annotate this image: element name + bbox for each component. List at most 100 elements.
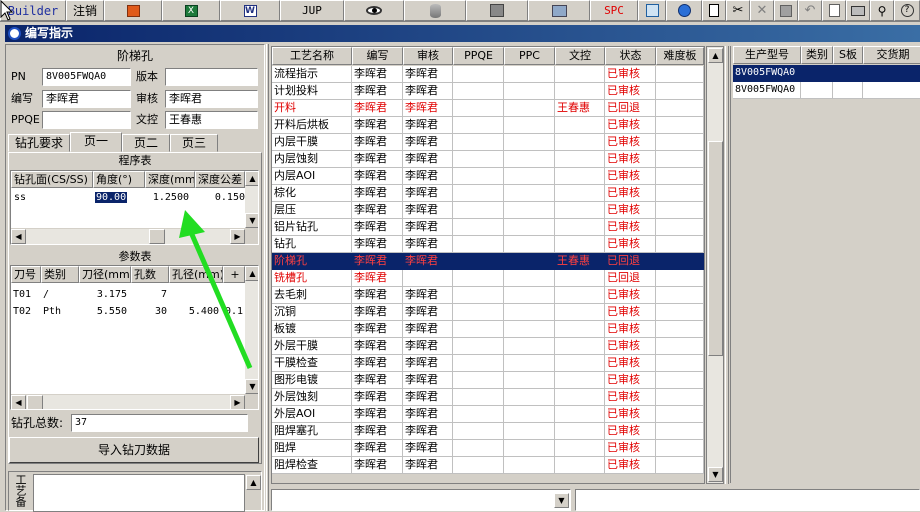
table-cell[interactable]: 已审核 — [605, 321, 656, 338]
table-cell[interactable]: 李晖君 — [403, 100, 453, 117]
table-cell[interactable] — [504, 304, 555, 321]
table-cell[interactable]: 李晖君 — [352, 134, 403, 151]
table-cell[interactable]: 8V005FWQA0 — [733, 65, 801, 82]
table-cell[interactable]: 开料后烘板 — [272, 117, 352, 134]
col-process-name[interactable]: 工艺名称 — [272, 47, 352, 65]
program-col-angle[interactable]: 角度(°) — [93, 171, 145, 188]
table-cell[interactable] — [555, 287, 605, 304]
col-delivery[interactable]: 交货期 — [863, 46, 920, 64]
table-cell[interactable] — [656, 151, 704, 168]
save-button[interactable] — [774, 0, 798, 21]
table-row[interactable]: 8V005FWQA0 — [733, 65, 920, 82]
author-field[interactable]: 李晖君 — [42, 90, 131, 108]
table-cell[interactable] — [555, 338, 605, 355]
table-cell[interactable] — [453, 185, 504, 202]
table-cell[interactable]: 李晖君 — [403, 117, 453, 134]
table-cell[interactable] — [504, 100, 555, 117]
param-col-type[interactable]: 类别 — [41, 266, 79, 283]
table-cell[interactable] — [656, 355, 704, 372]
preview-button[interactable] — [822, 0, 846, 21]
table-cell[interactable] — [504, 185, 555, 202]
table-cell[interactable]: 已回退 — [605, 100, 656, 117]
table-cell[interactable]: 已审核 — [605, 83, 656, 100]
table-cell[interactable] — [555, 270, 605, 287]
table-cell[interactable]: 李晖君 — [352, 355, 403, 372]
table-cell[interactable] — [863, 82, 920, 99]
table-cell[interactable] — [453, 457, 504, 474]
table-cell[interactable] — [555, 185, 605, 202]
total-holes-field[interactable]: 37 — [71, 414, 248, 432]
table-cell[interactable] — [504, 287, 555, 304]
table-cell[interactable] — [504, 457, 555, 474]
table-cell[interactable] — [453, 440, 504, 457]
table-cell[interactable] — [504, 423, 555, 440]
table-cell[interactable] — [504, 117, 555, 134]
reviewer-field[interactable]: 李晖君 — [165, 90, 258, 108]
table-cell[interactable]: 棕化 — [272, 185, 352, 202]
table-cell[interactable] — [656, 440, 704, 457]
table-row[interactable]: 铝片钻孔 李晖君 李晖君 已审核 — [272, 219, 704, 236]
table-cell[interactable]: 李晖君 — [403, 185, 453, 202]
table-row[interactable]: 阻焊塞孔 李晖君 李晖君 已审核 — [272, 423, 704, 440]
table-row[interactable]: 流程指示 李晖君 李晖君 已审核 — [272, 66, 704, 83]
excel-button[interactable]: X — [162, 0, 220, 21]
table-cell[interactable] — [833, 82, 863, 99]
table-cell[interactable]: 李晖君 — [352, 270, 403, 287]
table-cell[interactable]: 外层蚀刻 — [272, 389, 352, 406]
table-cell[interactable]: 已审核 — [605, 338, 656, 355]
table-cell[interactable] — [656, 287, 704, 304]
col-s-board[interactable]: S板 — [833, 46, 863, 64]
table-cell[interactable] — [453, 83, 504, 100]
table-cell[interactable] — [656, 117, 704, 134]
table-cell[interactable] — [453, 372, 504, 389]
table-cell[interactable] — [453, 406, 504, 423]
table-row[interactable]: 内层AOI 李晖君 李晖君 已审核 — [272, 168, 704, 185]
table-row[interactable]: 内层蚀刻 李晖君 李晖君 已审核 — [272, 151, 704, 168]
table-cell[interactable] — [656, 389, 704, 406]
new-button[interactable] — [702, 0, 726, 21]
table-cell[interactable]: 李晖君 — [352, 372, 403, 389]
table-cell[interactable]: 已审核 — [605, 151, 656, 168]
table-cell[interactable]: 李晖君 — [403, 457, 453, 474]
table-cell[interactable]: 开料 — [272, 100, 352, 117]
table-cell[interactable] — [504, 253, 555, 270]
col-ppqe[interactable]: PPQE — [453, 47, 504, 65]
computer-button[interactable] — [528, 0, 590, 21]
table-cell[interactable]: 李晖君 — [352, 236, 403, 253]
scroll-up-icon[interactable]: ▲ — [708, 48, 723, 63]
table-cell[interactable]: 李晖君 — [352, 338, 403, 355]
table-cell[interactable]: 已审核 — [605, 219, 656, 236]
table-cell[interactable] — [453, 423, 504, 440]
param-cell-hole-count[interactable]: 7 — [131, 287, 167, 302]
table-row[interactable]: 阻焊 李晖君 李晖君 已审核 — [272, 440, 704, 457]
col-author[interactable]: 编写 — [352, 47, 403, 65]
table-cell[interactable] — [656, 202, 704, 219]
table-row[interactable]: 开料后烘板 李晖君 李晖君 已审核 — [272, 117, 704, 134]
cut-button[interactable]: ✂ — [726, 0, 750, 21]
table-cell[interactable] — [656, 406, 704, 423]
table-cell[interactable] — [504, 372, 555, 389]
find-button[interactable]: ⚲ — [870, 0, 894, 21]
table-cell[interactable]: 层压 — [272, 202, 352, 219]
table-row[interactable]: 阻焊检查 李晖君 李晖君 已审核 — [272, 457, 704, 474]
table-cell[interactable] — [656, 270, 704, 287]
program-col-face[interactable]: 钻孔面(CS/SS) — [11, 171, 93, 188]
table-cell[interactable]: 已审核 — [605, 236, 656, 253]
table-cell[interactable] — [453, 236, 504, 253]
scroll-up-icon[interactable]: ▲ — [245, 171, 258, 186]
table-cell[interactable] — [555, 304, 605, 321]
table-cell[interactable]: 已审核 — [605, 440, 656, 457]
table-cell[interactable]: 李晖君 — [352, 168, 403, 185]
bottom-right-field[interactable] — [575, 489, 920, 511]
table-cell[interactable] — [555, 219, 605, 236]
table-cell[interactable] — [863, 65, 920, 82]
table-cell[interactable] — [555, 83, 605, 100]
ppqe-field[interactable] — [42, 111, 131, 129]
import-drill-data-button[interactable]: 导入钻刀数据 — [9, 437, 259, 463]
table-cell[interactable]: 李晖君 — [352, 66, 403, 83]
table-cell[interactable] — [555, 457, 605, 474]
param-cell-hole-count[interactable]: 30 — [131, 304, 167, 319]
param-cell-tool-dia[interactable]: 3.175 — [79, 287, 127, 302]
table-cell[interactable] — [504, 219, 555, 236]
table-cell[interactable]: 内层蚀刻 — [272, 151, 352, 168]
